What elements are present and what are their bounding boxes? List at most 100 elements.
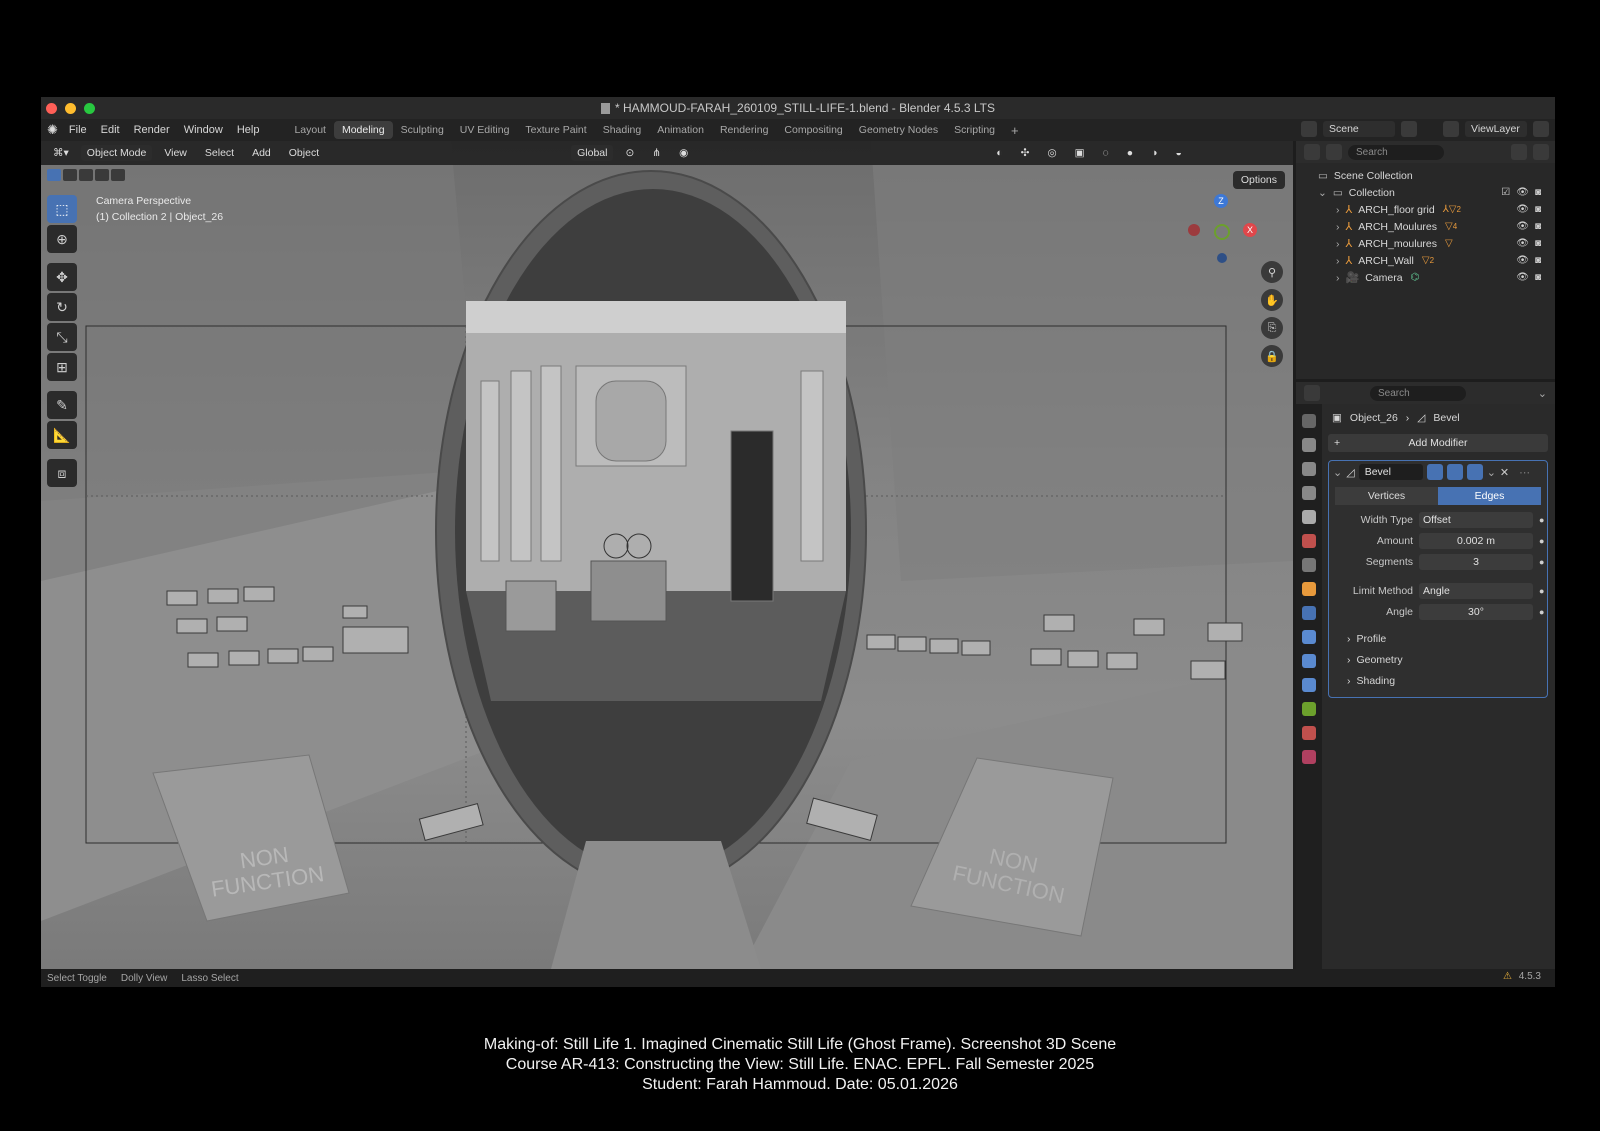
viewport-toggle-icon[interactable]	[1446, 464, 1463, 480]
visibility-toggles[interactable]: 👁◙	[1516, 221, 1547, 232]
chevron-down-icon[interactable]: ⌄	[1538, 387, 1547, 400]
visibility-toggles[interactable]: 👁◙	[1516, 272, 1547, 283]
navigation-gizmo[interactable]: Z X	[1181, 193, 1261, 263]
output-tab-icon[interactable]	[1302, 462, 1316, 476]
add-workspace-button[interactable]: +	[1003, 120, 1027, 141]
segments-field[interactable]: 3	[1419, 553, 1533, 570]
chevron-right-icon[interactable]: ›	[1336, 238, 1340, 250]
pan-hand-icon[interactable]: ✋	[1261, 289, 1283, 311]
new-scene-icon[interactable]	[1401, 121, 1417, 137]
rotate-tool-icon[interactable]: ↻	[47, 293, 77, 321]
transform-orientation-dropdown[interactable]: Global	[571, 145, 614, 161]
tab-compositing[interactable]: Compositing	[776, 121, 850, 139]
overlay-toggle-icon[interactable]: ◎	[1041, 145, 1062, 161]
new-view-layer-icon[interactable]	[1533, 121, 1549, 137]
keyframe-dot-icon[interactable]: ●	[1539, 607, 1544, 617]
constraints-tab-icon[interactable]	[1302, 678, 1316, 692]
close-icon[interactable]: ✕	[1500, 466, 1509, 479]
zoom-window-button[interactable]	[84, 103, 95, 114]
tree-scene-collection[interactable]: ▭ Scene Collection	[1296, 167, 1555, 184]
menu-help[interactable]: Help	[230, 124, 267, 136]
tab-shading[interactable]: Shading	[595, 121, 650, 139]
menu-window[interactable]: Window	[177, 124, 230, 136]
tree-item-camera[interactable]: › 🎥 Camera ⌬ 👁◙	[1296, 269, 1555, 286]
add-cube-tool-icon[interactable]: ⧈	[47, 459, 77, 487]
gizmo-neg-z[interactable]	[1217, 253, 1227, 263]
tab-texture-paint[interactable]: Texture Paint	[517, 121, 594, 139]
menu-select[interactable]: Select	[199, 145, 240, 161]
camera-view-icon[interactable]: ⎘	[1261, 317, 1283, 339]
editor-type-icon[interactable]	[1304, 385, 1320, 401]
keyframe-dot-icon[interactable]: ●	[1539, 536, 1544, 546]
subpanel-shading[interactable]: › Shading	[1329, 670, 1547, 691]
scene-field[interactable]: Scene	[1323, 121, 1395, 137]
modifier-tab-icon[interactable]	[1302, 606, 1316, 620]
tool-tab-icon[interactable]	[1302, 414, 1316, 428]
proportional-edit-icon[interactable]: ◉	[673, 145, 694, 161]
render-toggle-icon[interactable]	[1466, 464, 1483, 480]
menu-object[interactable]: Object	[283, 145, 325, 161]
filter-icon[interactable]	[1511, 144, 1527, 160]
lock-camera-icon[interactable]: 🔒	[1261, 345, 1283, 367]
chevron-right-icon[interactable]: ›	[1336, 204, 1340, 216]
view-layer-field[interactable]: ViewLayer	[1465, 121, 1527, 137]
tab-layout[interactable]: Layout	[286, 121, 334, 139]
gizmo-neg-x[interactable]	[1188, 224, 1200, 236]
tree-item-arch-moulures-lower[interactable]: › ⅄ ARCH_moulures ▽ 👁◙	[1296, 235, 1555, 252]
data-tab-icon[interactable]	[1302, 702, 1316, 716]
scene-icon[interactable]	[1301, 121, 1317, 137]
warning-icon[interactable]: ⚠	[1503, 971, 1512, 982]
select-extend-icon[interactable]	[63, 169, 77, 181]
add-modifier-button[interactable]: + Add Modifier	[1328, 434, 1548, 452]
minimize-window-button[interactable]	[65, 103, 76, 114]
options-dropdown[interactable]: Options	[1232, 171, 1285, 189]
select-subtract-icon[interactable]	[79, 169, 93, 181]
tab-modeling[interactable]: Modeling	[333, 121, 393, 139]
editor-type-icon[interactable]	[1304, 144, 1320, 160]
modifier-menu-icon[interactable]: ⌄	[1487, 466, 1496, 479]
menu-edit[interactable]: Edit	[94, 124, 127, 136]
3d-viewport[interactable]: NON FUNCTION NON FUNCTION ⌘▾ Object Mode…	[41, 141, 1293, 969]
width-type-dropdown[interactable]: Offset	[1419, 511, 1533, 528]
keyframe-dot-icon[interactable]: ●	[1539, 557, 1544, 567]
limit-method-dropdown[interactable]: Angle	[1419, 582, 1533, 599]
close-window-button[interactable]	[46, 103, 57, 114]
visibility-toggles[interactable]: 👁◙	[1516, 238, 1547, 249]
visibility-toggles[interactable]: 👁◙	[1516, 204, 1547, 215]
angle-field[interactable]: 30°	[1419, 603, 1533, 620]
annotate-tool-icon[interactable]: ✎	[47, 391, 77, 419]
subpanel-profile[interactable]: › Profile	[1329, 628, 1547, 649]
properties-search-input[interactable]: Search	[1370, 385, 1466, 401]
texture-tab-icon[interactable]	[1302, 750, 1316, 764]
mode-dropdown[interactable]: Object Mode	[80, 145, 153, 161]
edit-mode-toggle-icon[interactable]	[1426, 464, 1443, 480]
xray-toggle-icon[interactable]: ▣	[1069, 145, 1091, 161]
move-tool-icon[interactable]: ✥	[47, 263, 77, 291]
scale-tool-icon[interactable]: ⤡	[47, 323, 77, 351]
shading-wireframe-icon[interactable]: ◌	[1097, 145, 1115, 161]
drag-handle-icon[interactable]: ⋯	[1519, 466, 1530, 479]
snap-icon[interactable]: ⋔	[646, 145, 667, 161]
world-tab-icon[interactable]	[1302, 534, 1316, 548]
blender-logo-icon[interactable]: ✺	[47, 122, 58, 138]
tab-rendering[interactable]: Rendering	[712, 121, 776, 139]
zoom-icon[interactable]: ⚲	[1261, 261, 1283, 283]
select-new-icon[interactable]	[47, 169, 61, 181]
particles-tab-icon[interactable]	[1302, 630, 1316, 644]
tree-collection[interactable]: ⌄ ▭ Collection ☑👁◙	[1296, 184, 1555, 201]
modifier-name-field[interactable]: Bevel	[1358, 464, 1423, 480]
select-invert-icon[interactable]	[95, 169, 109, 181]
visibility-toggles[interactable]: 👁◙	[1516, 255, 1547, 266]
chevron-right-icon[interactable]: ›	[1336, 221, 1340, 233]
keyframe-dot-icon[interactable]: ●	[1539, 586, 1544, 596]
tree-item-arch-wall[interactable]: › ⅄ ARCH_Wall ▽ 2 👁◙	[1296, 252, 1555, 269]
shading-solid-icon[interactable]: ●	[1121, 145, 1139, 161]
select-intersect-icon[interactable]	[111, 169, 125, 181]
visibility-icon[interactable]: ◐	[990, 145, 1008, 161]
collection-tab-icon[interactable]	[1302, 558, 1316, 572]
physics-tab-icon[interactable]	[1302, 654, 1316, 668]
menu-render[interactable]: Render	[127, 124, 177, 136]
new-collection-icon[interactable]	[1533, 144, 1549, 160]
view-layer-tab-icon[interactable]	[1302, 486, 1316, 500]
shading-rendered-icon[interactable]: ◒	[1169, 145, 1187, 161]
